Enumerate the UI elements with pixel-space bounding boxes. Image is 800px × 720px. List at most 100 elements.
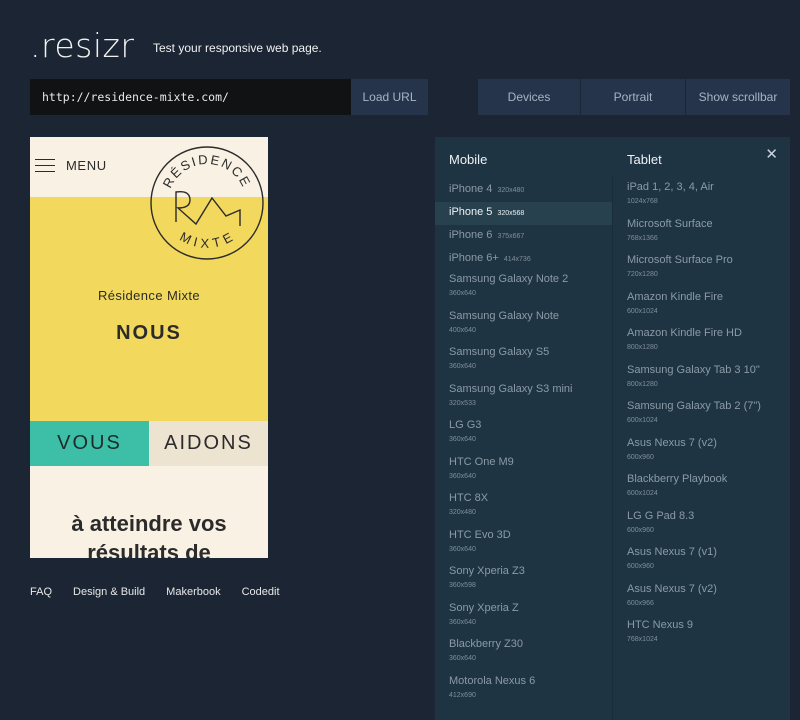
device-resolution: 800x1280 xyxy=(627,380,658,388)
device-name: HTC Nexus 9 xyxy=(627,619,694,631)
preview-menu[interactable]: MENU xyxy=(35,158,107,173)
device-name: iPad 1, 2, 3, 4, Air xyxy=(627,181,714,193)
device-name: Asus Nexus 7 (v2) xyxy=(627,436,717,449)
device-name: Microsoft Surface xyxy=(627,217,713,230)
device-name: HTC One M9 xyxy=(449,455,514,468)
device-resolution: 360x640 xyxy=(449,655,476,662)
devices-panel: ✕ Mobile Tablet iPhone 4 320x480 iPhone 5 3… xyxy=(435,137,790,720)
footer-link-makerbook[interactable]: Makerbook xyxy=(166,586,220,598)
device-name: Blackberry Playbook xyxy=(627,473,728,485)
device-item-blackberry-z30[interactable]: Blackberry Z30 360x640 xyxy=(435,636,612,673)
portrait-button[interactable]: Portrait xyxy=(581,79,685,115)
device-item-htc-evo-3d[interactable]: HTC Evo 3D 360x640 xyxy=(435,527,612,564)
device-name: Samsung Galaxy Note 2 xyxy=(449,273,569,285)
device-resolution: 320x480 xyxy=(497,187,525,194)
device-item-samsung-galaxy-note-2[interactable]: Samsung Galaxy Note 2 360x640 xyxy=(435,271,612,308)
footer-link-faq[interactable]: FAQ xyxy=(30,586,52,598)
device-item-motorola-nexus-6[interactable]: Motorola Nexus 6 412x690 xyxy=(435,673,612,710)
device-resolution: 360x640 xyxy=(449,363,476,370)
device-item-samsung-galaxy-s3-mini[interactable]: Samsung Galaxy S3 mini 320x533 xyxy=(435,381,612,418)
tablet-column-title: Tablet xyxy=(627,152,662,167)
device-item-microsoft-surface-pro[interactable]: Microsoft Surface Pro 720x1280 xyxy=(613,252,790,289)
device-resolution: 1024x768 xyxy=(627,198,658,205)
device-name: Samsung Galaxy S5 xyxy=(449,346,550,358)
device-item-samsung-galaxy-tab-2-7[interactable]: Samsung Galaxy Tab 2 (7") 600x1024 xyxy=(613,398,790,435)
preview-aidons-block: AIDONS xyxy=(149,421,268,466)
device-item-iphone-6[interactable]: iPhone 6 375x667 xyxy=(435,225,612,248)
device-resolution: 768x1024 xyxy=(627,636,658,643)
device-item-blackberry-playbook[interactable]: Blackberry Playbook 600x1024 xyxy=(613,471,790,508)
hamburger-icon[interactable] xyxy=(35,158,55,173)
residence-mixte-logo: RÉSIDENCE MIXTE xyxy=(150,146,264,260)
footer-link-codedit[interactable]: Codedit xyxy=(242,586,280,598)
device-item-asus-nexus-7-v2[interactable]: Asus Nexus 7 (v2) 600x960 xyxy=(613,435,790,472)
device-resolution: 768x1366 xyxy=(627,234,658,242)
url-input[interactable]: http://residence-mixte.com/ xyxy=(30,79,352,115)
device-name: Sony Xperia Z3 xyxy=(449,565,525,577)
device-item-sony-xperia-z3[interactable]: Sony Xperia Z3 360x598 xyxy=(435,563,612,600)
device-item-ipad-1-2-3-4-air[interactable]: iPad 1, 2, 3, 4, Air 1024x768 xyxy=(613,179,790,216)
device-name: Sony Xperia Z xyxy=(449,601,519,614)
device-resolution: 600x960 xyxy=(627,563,654,570)
device-name: LG G3 xyxy=(449,419,482,431)
device-name: Asus Nexus 7 (v2) xyxy=(627,582,717,595)
preview-heading: NOUS xyxy=(116,322,182,344)
device-name: iPhone 6 xyxy=(449,229,493,241)
mobile-device-list: iPhone 4 320x480 iPhone 5 320x568 iPhone 6 37… xyxy=(435,179,612,709)
device-item-samsung-galaxy-tab-3-10[interactable]: Samsung Galaxy Tab 3 10" 800x1280 xyxy=(613,362,790,399)
device-resolution: 400x640 xyxy=(449,326,476,334)
device-resolution: 360x640 xyxy=(449,290,476,297)
device-name: iPhone 5 xyxy=(449,206,493,218)
device-name: Motorola Nexus 6 xyxy=(449,674,536,687)
device-name: HTC 8X xyxy=(449,492,489,504)
device-item-samsung-galaxy-note[interactable]: Samsung Galaxy Note 400x640 xyxy=(435,308,612,345)
footer-link-design-build[interactable]: Design & Build xyxy=(73,586,145,598)
device-item-samsung-galaxy-s5[interactable]: Samsung Galaxy S5 360x640 xyxy=(435,344,612,381)
tablet-device-list: iPad 1, 2, 3, 4, Air 1024x768 Microsoft Su… xyxy=(613,179,790,654)
device-item-microsoft-surface[interactable]: Microsoft Surface 768x1366 xyxy=(613,216,790,253)
device-name: Amazon Kindle Fire HD xyxy=(627,327,742,339)
preview-vous-block: VOUS xyxy=(30,421,149,466)
device-item-iphone-6[interactable]: iPhone 6+ 414x736 xyxy=(435,248,612,271)
device-name: Samsung Galaxy S3 mini xyxy=(449,382,573,395)
device-name: Amazon Kindle Fire xyxy=(627,290,723,303)
device-resolution: 600x1024 xyxy=(627,417,658,424)
preview-menu-label: MENU xyxy=(66,158,107,173)
device-name: HTC Evo 3D xyxy=(449,528,511,541)
load-url-button[interactable]: Load URL xyxy=(351,79,428,115)
device-resolution: 600x1024 xyxy=(627,307,658,315)
device-item-sony-xperia-z[interactable]: Sony Xperia Z 360x640 xyxy=(435,600,612,637)
device-resolution: 360x598 xyxy=(449,582,476,589)
app-logo: .resizr xyxy=(30,26,135,65)
device-item-iphone-4[interactable]: iPhone 4 320x480 xyxy=(435,179,612,202)
preview-body-line1: à atteindre vos xyxy=(71,511,227,536)
device-resolution: 600x960 xyxy=(627,526,654,534)
device-item-iphone-5[interactable]: iPhone 5 320x568 xyxy=(435,202,612,225)
device-name: Samsung Galaxy Tab 2 (7") xyxy=(627,400,761,412)
device-item-htc-8x[interactable]: HTC 8X 320x480 xyxy=(435,490,612,527)
close-icon[interactable]: ✕ xyxy=(765,145,778,163)
preview-frame[interactable]: MENU RÉSIDENCE MIXTE Résidence Mixte NOU… xyxy=(30,137,268,558)
mobile-column-title: Mobile xyxy=(449,152,488,167)
device-resolution: 360x640 xyxy=(449,618,476,626)
device-item-lg-g-pad-8-3[interactable]: LG G Pad 8.3 600x960 xyxy=(613,508,790,545)
device-item-asus-nexus-7-v1[interactable]: Asus Nexus 7 (v1) 600x960 xyxy=(613,544,790,581)
show-scrollbar-button[interactable]: Show scrollbar xyxy=(686,79,790,115)
device-item-amazon-kindle-fire[interactable]: Amazon Kindle Fire 600x1024 xyxy=(613,289,790,326)
svg-text:MIXTE: MIXTE xyxy=(178,228,237,250)
device-name: Microsoft Surface Pro xyxy=(627,254,733,266)
device-resolution: 412x690 xyxy=(449,691,476,699)
device-item-lg-g3[interactable]: LG G3 360x640 xyxy=(435,417,612,454)
device-resolution: 360x640 xyxy=(449,436,476,443)
device-item-asus-nexus-7-v2[interactable]: Asus Nexus 7 (v2) 600x966 xyxy=(613,581,790,618)
device-item-htc-one-m9[interactable]: HTC One M9 360x640 xyxy=(435,454,612,491)
preview-subtitle: Résidence Mixte xyxy=(97,288,201,303)
device-name: Asus Nexus 7 (v1) xyxy=(627,546,717,558)
device-resolution: 600x966 xyxy=(627,599,654,607)
preview-body-text: à atteindre vos résultats de xyxy=(30,509,268,558)
device-resolution: 375x667 xyxy=(497,233,525,240)
device-item-htc-nexus-9[interactable]: HTC Nexus 9 768x1024 xyxy=(613,617,790,654)
device-resolution: 414x736 xyxy=(503,256,531,263)
devices-button[interactable]: Devices xyxy=(478,79,580,115)
device-item-amazon-kindle-fire-hd[interactable]: Amazon Kindle Fire HD 800x1280 xyxy=(613,325,790,362)
